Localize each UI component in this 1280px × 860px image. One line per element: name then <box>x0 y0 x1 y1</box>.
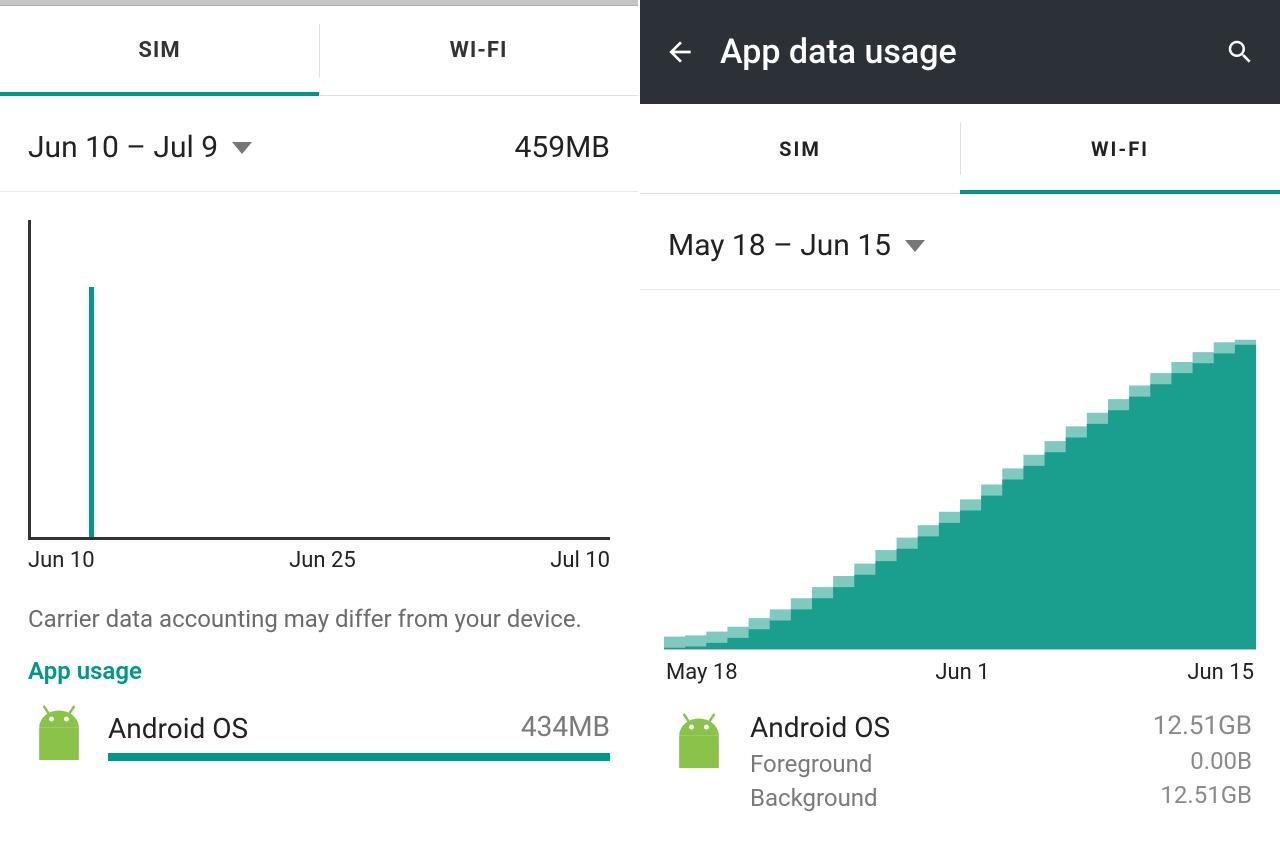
app-info: Android OS 434MB <box>108 712 610 761</box>
app-usage-row[interactable]: Android OS 434MB <box>0 703 638 769</box>
tab-sim[interactable]: SIM <box>0 6 319 95</box>
tab-sim-label: SIM <box>138 38 180 63</box>
app-summary-columns: Android OS Foreground Background 12.51GB… <box>750 711 1252 812</box>
x-tick: Jun 15 <box>1187 660 1254 685</box>
appbar: App data usage <box>640 0 1280 104</box>
background-value: 12.51GB <box>1153 781 1252 809</box>
search-icon <box>1225 37 1255 67</box>
tab-wifi[interactable]: WI-FI <box>319 6 638 95</box>
android-robot-icon <box>28 703 90 769</box>
android-robot-icon <box>668 711 730 812</box>
x-axis-labels: Jun 10 Jun 25 Jul 10 <box>28 548 610 573</box>
total-usage: 459MB <box>515 130 610 165</box>
tab-sim-label: SIM <box>779 137 821 161</box>
app-name: Android OS <box>750 711 890 744</box>
x-tick: Jun 10 <box>28 548 95 573</box>
tab-wifi-label: WI-FI <box>1091 137 1149 161</box>
tab-wifi-label: WI-FI <box>450 38 508 63</box>
chevron-down-icon <box>905 240 925 252</box>
tab-wifi[interactable]: WI-FI <box>960 104 1280 193</box>
chevron-down-icon <box>232 142 252 154</box>
arrow-back-icon <box>664 36 696 68</box>
x-tick: Jun 1 <box>935 660 989 685</box>
foreground-value: 0.00B <box>1153 747 1252 775</box>
period-selector[interactable]: May 18 – Jun 15 <box>668 228 925 263</box>
x-tick: May 18 <box>666 660 738 685</box>
app-usage-value: 434MB <box>509 710 610 743</box>
tabs: SIM WI-FI <box>640 104 1280 194</box>
tabs: SIM WI-FI <box>0 6 638 96</box>
carrier-disclaimer: Carrier data accounting may differ from … <box>0 583 638 651</box>
sim-usage-chart: Jun 10 Jun 25 Jul 10 <box>28 220 610 573</box>
app-total-value: 12.51GB <box>1153 711 1252 741</box>
app-usage-summary[interactable]: Android OS Foreground Background 12.51GB… <box>640 685 1280 812</box>
period-row: May 18 – Jun 15 <box>640 194 1280 290</box>
sim-data-usage-panel: SIM WI-FI Jun 10 – Jul 9 459MB Jun 10 Ju… <box>0 0 640 860</box>
app-usage-title: App usage <box>0 651 638 703</box>
x-axis-labels: May 18 Jun 1 Jun 15 <box>666 660 1254 685</box>
background-label: Background <box>750 784 890 812</box>
tab-sim[interactable]: SIM <box>640 104 960 193</box>
app-usage-bar <box>108 753 610 761</box>
search-button[interactable] <box>1220 32 1260 72</box>
foreground-label: Foreground <box>750 750 890 778</box>
back-button[interactable] <box>660 32 700 72</box>
period-selector[interactable]: Jun 10 – Jul 9 <box>28 130 252 165</box>
appbar-title: App data usage <box>720 32 1200 72</box>
app-name: Android OS <box>108 712 248 745</box>
period-row: Jun 10 – Jul 9 459MB <box>0 96 638 192</box>
period-label: Jun 10 – Jul 9 <box>28 130 218 165</box>
x-tick: Jul 10 <box>550 548 610 573</box>
x-tick: Jun 25 <box>289 548 356 573</box>
period-label: May 18 – Jun 15 <box>668 228 891 263</box>
wifi-usage-chart: May 18 Jun 1 Jun 15 <box>664 320 1256 685</box>
wifi-data-usage-panel: App data usage SIM WI-FI May 18 – Jun 15… <box>640 0 1280 860</box>
